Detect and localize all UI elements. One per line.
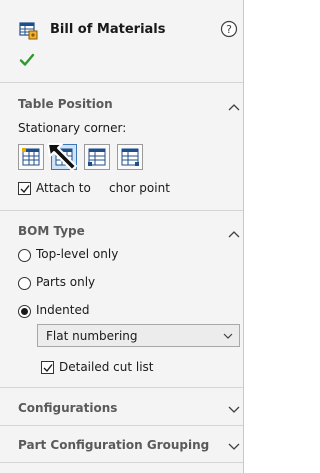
part-configuration-grouping-heading[interactable]: Part Configuration Grouping	[18, 438, 209, 452]
chevron-down-icon	[223, 333, 233, 339]
radio-top-level-only[interactable]	[18, 249, 31, 262]
detailed-cut-list-label: Detailed cut list	[59, 360, 154, 374]
corner-bottom-left-button[interactable]	[84, 144, 110, 170]
svg-text:?: ?	[226, 23, 232, 36]
corner-bottom-right-button[interactable]	[117, 144, 143, 170]
attach-anchor-label-end: chor point	[109, 181, 170, 195]
panel-header: Bill of Materials ?	[0, 0, 243, 82]
numbering-value: Flat numbering	[46, 329, 138, 343]
divider	[0, 425, 243, 426]
indented-label: Indented	[36, 303, 90, 317]
parts-only-label: Parts only	[36, 275, 96, 289]
bill-of-materials-icon	[19, 21, 39, 41]
panel-title: Bill of Materials	[50, 22, 166, 37]
detailed-cut-list-checkbox[interactable]	[41, 361, 54, 374]
bom-property-manager: Bill of Materials ? Table Position Stati…	[0, 0, 244, 473]
configurations-heading[interactable]: Configurations	[18, 401, 117, 415]
expand-chevron-icon[interactable]	[228, 403, 240, 413]
stationary-corner-label: Stationary corner:	[18, 121, 127, 135]
ok-checkmark-icon[interactable]	[19, 52, 35, 68]
corner-top-left-button[interactable]	[18, 144, 44, 170]
collapse-chevron-icon[interactable]	[228, 227, 240, 238]
table-position-heading[interactable]: Table Position	[18, 97, 113, 111]
attach-anchor-label-start: Attach to	[36, 181, 91, 195]
divider	[0, 462, 243, 463]
radio-parts-only[interactable]	[18, 277, 31, 290]
bom-type-heading[interactable]: BOM Type	[18, 224, 85, 238]
divider	[0, 387, 243, 388]
numbering-dropdown[interactable]: Flat numbering	[37, 324, 240, 347]
expand-chevron-icon[interactable]	[228, 440, 240, 450]
attach-anchor-checkbox[interactable]	[18, 182, 31, 195]
collapse-chevron-icon[interactable]	[228, 100, 240, 111]
divider	[0, 82, 243, 83]
radio-indented[interactable]	[18, 305, 31, 318]
help-icon[interactable]: ?	[220, 20, 238, 38]
divider	[0, 210, 243, 211]
mouse-cursor-icon	[44, 138, 84, 181]
top-level-only-label: Top-level only	[36, 247, 119, 261]
